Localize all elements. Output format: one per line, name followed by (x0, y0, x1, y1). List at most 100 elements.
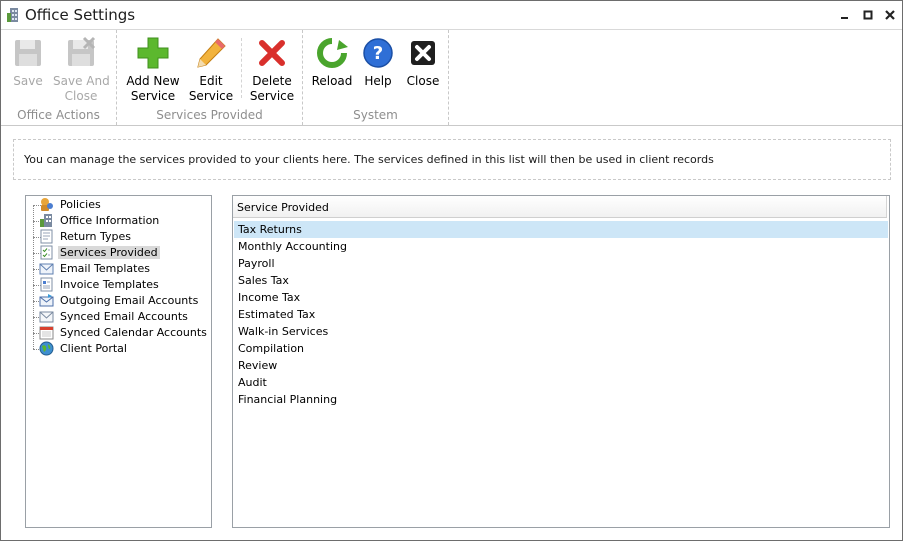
list-item-label: Compilation (238, 342, 305, 355)
tree-label-services-provided: Services Provided (58, 246, 160, 259)
tree-item-invoice-templates[interactable]: Invoice Templates (26, 277, 206, 293)
list-item[interactable]: Estimated Tax (234, 306, 888, 323)
reload-icon (317, 38, 348, 68)
tree-label-invoice-templates: Invoice Templates (60, 278, 159, 291)
document-icon (40, 229, 53, 244)
list-item-label: Review (238, 359, 278, 372)
floppy-disk-icon (15, 40, 41, 66)
list-item-label: Financial Planning (238, 393, 338, 406)
reload-button[interactable]: Reload (311, 36, 353, 89)
list-item-label: Estimated Tax (238, 308, 316, 321)
column-resize-grip[interactable] (886, 196, 887, 217)
group-system: Reload ? Help Close System (303, 30, 449, 125)
list-item[interactable]: Monthly Accounting (234, 238, 888, 255)
group-label-office-actions: Office Actions (17, 108, 100, 122)
ribbon-separator (241, 38, 242, 98)
save-and-close-label-2: Close (64, 89, 98, 103)
list-item[interactable]: Income Tax (234, 289, 888, 306)
save-label: Save (13, 74, 43, 88)
group-office-actions: Save Save And Close Office Actions (1, 30, 117, 125)
tree-label-synced-email-accounts: Synced Email Accounts (60, 310, 188, 323)
globe-icon (39, 341, 54, 356)
synced-email-icon (39, 311, 54, 323)
list-item-label: Income Tax (238, 291, 301, 304)
tree-label-client-portal: Client Portal (60, 342, 127, 355)
list-item-label: Monthly Accounting (238, 240, 347, 253)
save-and-close-label-1: Save And (53, 74, 110, 88)
email-template-icon (39, 263, 54, 275)
maximize-icon (863, 10, 873, 20)
add-new-service-label-2: Service (130, 89, 176, 103)
maximize-button[interactable] (860, 7, 876, 23)
list-item[interactable]: Sales Tax (234, 272, 888, 289)
save-button[interactable]: Save (8, 36, 48, 89)
group-label-system: System (353, 108, 398, 122)
minimize-button[interactable] (837, 7, 853, 23)
ribbon-toolbar: Save Save And Close Office Actions Add N… (1, 30, 902, 126)
help-button[interactable]: ? Help (359, 36, 397, 89)
list-item[interactable]: Financial Planning (234, 391, 888, 408)
close-icon (885, 10, 895, 20)
list-item[interactable]: Audit (234, 374, 888, 391)
list-item-label: Walk-in Services (238, 325, 329, 338)
tree-item-office-information[interactable]: Office Information (26, 213, 206, 229)
list-item[interactable]: Compilation (234, 340, 888, 357)
tree-item-synced-calendar-accounts[interactable]: Synced Calendar Accounts (26, 325, 207, 341)
save-and-close-button[interactable]: Save And Close (53, 36, 110, 104)
column-header-label: Service Provided (237, 201, 329, 214)
outgoing-email-icon (39, 294, 54, 307)
tree-label-email-templates: Email Templates (60, 262, 150, 275)
add-new-service-label-1: Add New (126, 74, 180, 88)
close-window-button[interactable] (882, 7, 898, 23)
tree-item-policies[interactable]: Policies (26, 197, 206, 213)
policies-icon (41, 198, 53, 211)
list-item-label: Audit (238, 376, 267, 389)
tree-label-synced-calendar-accounts: Synced Calendar Accounts (60, 326, 207, 339)
group-services-provided: Add New Service Edit Service Delete Serv… (117, 30, 303, 125)
svg-text:?: ? (373, 43, 383, 64)
tree-item-synced-email-accounts[interactable]: Synced Email Accounts (26, 309, 206, 325)
window-title: Office Settings (25, 6, 136, 24)
plus-icon (137, 37, 169, 69)
list-item[interactable]: Review (234, 357, 888, 374)
tree-item-email-templates[interactable]: Email Templates (26, 261, 206, 277)
tree-item-services-provided[interactable]: Services Provided (26, 245, 206, 261)
help-icon: ? (363, 38, 393, 68)
tree-item-outgoing-email-accounts[interactable]: Outgoing Email Accounts (26, 293, 206, 309)
tree-label-policies: Policies (60, 198, 101, 211)
info-text: You can manage the services provided to … (24, 153, 714, 166)
edit-service-label-2: Service (188, 89, 234, 103)
tree-label-office-information: Office Information (60, 214, 160, 227)
edit-service-label-1: Edit (199, 74, 223, 88)
tree-label-outgoing-email-accounts: Outgoing Email Accounts (60, 294, 199, 307)
pencil-icon (197, 38, 226, 68)
list-item[interactable]: Walk-in Services (234, 323, 888, 340)
list-item[interactable]: Payroll (234, 255, 888, 272)
close-label: Close (406, 74, 440, 88)
add-new-service-button[interactable]: Add New Service (126, 36, 180, 104)
column-header-service-provided[interactable]: Service Provided (233, 196, 887, 218)
close-button[interactable]: Close (403, 36, 443, 89)
office-settings-window: Office Settings Save Save And Close Offi… (0, 0, 903, 541)
list-item[interactable]: Tax Returns (234, 221, 888, 238)
tree-item-return-types[interactable]: Return Types (26, 229, 206, 245)
delete-service-label-1: Delete (252, 74, 292, 88)
settings-tree: Policies Office Information Return Types (25, 195, 212, 528)
office-building-icon (7, 8, 18, 22)
group-label-services-provided: Services Provided (156, 108, 263, 122)
minimize-icon (841, 17, 848, 19)
invoice-icon (40, 277, 53, 292)
list-item-label: Payroll (238, 257, 275, 270)
close-box-icon (411, 41, 435, 65)
delete-service-button[interactable]: Delete Service (247, 36, 297, 104)
building-icon (40, 214, 52, 227)
help-label: Help (364, 74, 392, 88)
reload-label: Reload (311, 74, 353, 88)
list-item-label: Sales Tax (238, 274, 289, 287)
calendar-icon (39, 326, 54, 340)
tree-item-client-portal[interactable]: Client Portal (26, 341, 206, 357)
edit-service-button[interactable]: Edit Service (187, 36, 235, 104)
title-bar: Office Settings (1, 1, 902, 30)
list-item-label: Tax Returns (238, 223, 302, 236)
info-panel: You can manage the services provided to … (13, 139, 891, 180)
